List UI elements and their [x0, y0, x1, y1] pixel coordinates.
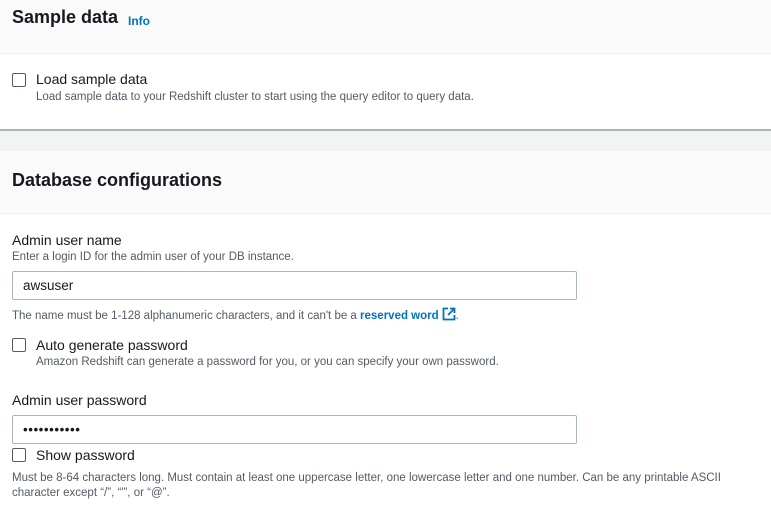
- database-config-title: Database configurations: [12, 170, 223, 190]
- show-password-checkbox[interactable]: [12, 448, 26, 462]
- auto-generate-password-label[interactable]: Auto generate password: [36, 337, 188, 353]
- auto-generate-password-description: Amazon Redshift can generate a password …: [36, 356, 499, 368]
- admin-user-password-label: Admin user password: [12, 392, 147, 408]
- load-sample-data-label[interactable]: Load sample data: [36, 71, 147, 87]
- auto-generate-password-checkbox[interactable]: [12, 338, 26, 352]
- load-sample-data-checkbox[interactable]: [12, 73, 26, 87]
- admin-user-password-input[interactable]: [12, 415, 577, 444]
- section-gap: [0, 131, 771, 151]
- external-link-icon[interactable]: [442, 307, 456, 324]
- redshift-cluster-config-page: Sample data Info Load sample data Load s…: [0, 0, 771, 508]
- constraint-text: The name must be 1-128 alphanumeric char…: [12, 310, 361, 322]
- database-config-header: Database configurations: [0, 151, 771, 214]
- admin-user-password-constraint: Must be 8-64 characters long. Must conta…: [12, 472, 721, 499]
- load-sample-data-description: Load sample data to your Redshift cluste…: [36, 91, 474, 103]
- sample-data-body: Load sample data Load sample data to you…: [0, 54, 771, 129]
- admin-user-name-input[interactable]: [12, 271, 577, 300]
- reserved-word-link[interactable]: reserved word: [360, 310, 439, 322]
- show-password-label[interactable]: Show password: [36, 447, 135, 463]
- sample-data-title: Sample data: [12, 7, 119, 27]
- info-link[interactable]: Info: [128, 14, 150, 28]
- admin-user-name-constraint: The name must be 1-128 alphanumeric char…: [12, 307, 459, 324]
- constraint-suffix: .: [455, 310, 459, 322]
- sample-data-header: Sample data Info: [0, 0, 771, 54]
- admin-user-name-description: Enter a login ID for the admin user of y…: [12, 251, 294, 263]
- admin-user-name-label: Admin user name: [12, 232, 122, 248]
